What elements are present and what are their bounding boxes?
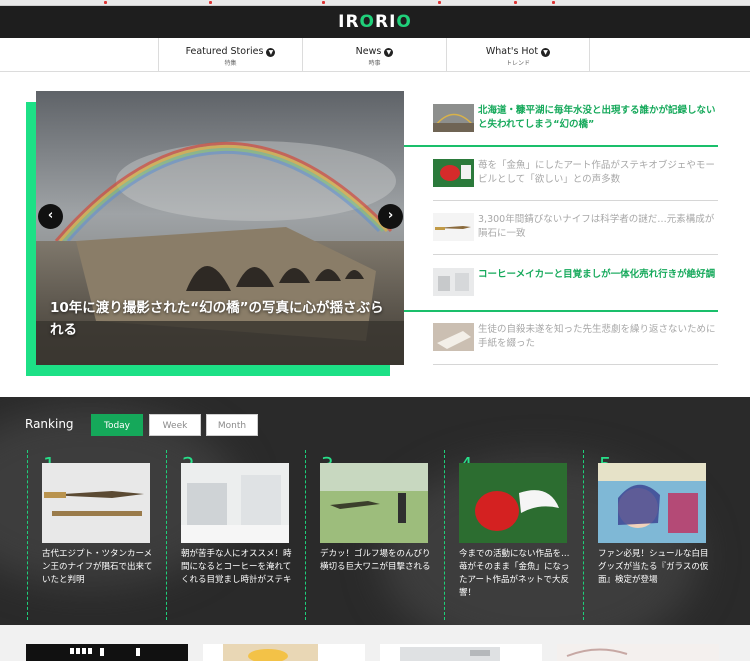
- ranking-title: Ranking: [25, 417, 74, 431]
- ranking-card[interactable]: 3 デカッ！ゴルフ場をのんびり横切る巨大ワニが目撃される: [305, 450, 443, 620]
- hero-title[interactable]: 10年に渡り撮影された“幻の橋”の写真に心が揺さぶられる: [50, 297, 390, 341]
- ranking-image-art: [42, 463, 150, 543]
- ranking-image: [598, 463, 706, 543]
- article-card[interactable]: [26, 644, 188, 661]
- ranking-card[interactable]: 4 今までの活動にない作品を…苺がそのまま「金魚」になったアート作品がネットで大…: [444, 450, 582, 620]
- nav-item-news[interactable]: News ▼ 時事: [302, 38, 446, 72]
- side-article-item[interactable]: 3,300年間錆びないナイフは科学者の謎だ…元素構成が隕石に一致: [433, 211, 718, 265]
- nav-label: News ▼: [303, 46, 446, 57]
- ranking-section: Ranking Today Week Month 1 古代エジプト・ツタンカーメ…: [0, 397, 750, 625]
- ranking-image: [42, 463, 150, 543]
- side-article-title: 北海道・糠平湖に毎年水没と出現する誰かが記録しないと失われてしまう“幻の橋”: [478, 105, 716, 130]
- chevron-down-icon: ▼: [266, 48, 276, 57]
- tab-indicator-icon: [322, 1, 325, 4]
- chevron-down-icon: ▼: [384, 48, 394, 57]
- divider: [433, 364, 718, 365]
- article-thumbnail: [433, 104, 474, 132]
- side-article-title: 苺を「金魚」にしたアート作品がステキオブジェやモービルとして「欲しい」との声多数: [478, 160, 715, 185]
- tab-week[interactable]: Week: [149, 414, 201, 436]
- site-logo[interactable]: IRORIO: [0, 12, 750, 32]
- article-thumbnail: [433, 159, 474, 187]
- tab-today[interactable]: Today: [91, 414, 143, 436]
- side-article-item[interactable]: 生徒の自殺未遂を知った先生悲劇を繰り返さないために手紙を綴った: [433, 321, 718, 375]
- article-card-image: [400, 647, 500, 661]
- nav-label-text: News: [355, 46, 382, 57]
- article-thumbnail-image: [433, 268, 474, 296]
- bottom-article-row: [0, 625, 750, 661]
- article-thumbnail-image: [433, 323, 474, 351]
- side-article-title: 3,300年間錆びないナイフは科学者の謎だ…元素構成が隕石に一致: [478, 214, 715, 239]
- ranking-card[interactable]: 1 古代エジプト・ツタンカーメン王のナイフが隕石で出来ていたと判明: [27, 450, 165, 620]
- ranking-title-text: 古代エジプト・ツタンカーメン王のナイフが隕石で出来ていたと判明: [42, 549, 153, 585]
- article-thumbnail-image: [433, 159, 474, 187]
- ranking-image: [320, 463, 428, 543]
- nav-sublabel: 時事: [368, 60, 381, 67]
- side-article-item[interactable]: 北海道・糠平湖に毎年水没と出現する誰かが記録しないと失われてしまう“幻の橋”: [433, 102, 718, 156]
- article-thumbnail: [433, 213, 474, 241]
- tab-indicator-icon: [438, 1, 441, 4]
- article-card-image: [557, 644, 719, 661]
- site-logo-text: IRORIO: [338, 12, 412, 32]
- top-header: IRORIO: [0, 6, 750, 38]
- nav-label-text: What's Hot: [485, 46, 539, 57]
- chevron-down-icon: ▼: [541, 48, 551, 57]
- ranking-image-art: [181, 463, 289, 543]
- ranking-card[interactable]: 5 ファン必見！シュールな白目グッズが当たる『ガラスの仮面』検定が登場: [583, 450, 721, 620]
- side-article-item[interactable]: コーヒーメイカーと目覚ましが一体化売れ行きが絶好調: [433, 266, 718, 320]
- article-card-image: [223, 644, 318, 661]
- ranking-image-art: [459, 463, 567, 543]
- side-article-title: 生徒の自殺未遂を知った先生悲劇を繰り返さないために手紙を綴った: [478, 324, 716, 349]
- prev-arrow-icon[interactable]: ‹: [38, 204, 63, 229]
- tab-month[interactable]: Month: [206, 414, 258, 436]
- ranking-image-art: [598, 463, 706, 543]
- ranking-card[interactable]: 2 朝が苦手な人にオススメ！時間になるとコーヒーを淹れてくれる目覚まし時計がステ…: [166, 450, 304, 620]
- article-card[interactable]: [380, 644, 542, 661]
- nav-sublabel: トレンド: [505, 60, 530, 67]
- nav-label: Featured Stories ▼: [159, 46, 302, 57]
- article-card[interactable]: [557, 644, 719, 661]
- ranking-image: [181, 463, 289, 543]
- nav-sublabel: 特集: [224, 60, 237, 67]
- hero-slide[interactable]: 10年に渡り撮影された“幻の橋”の写真に心が揺さぶられる ‹ ›: [36, 91, 404, 365]
- divider: [433, 254, 718, 255]
- ranking-title-text: 朝が苦手な人にオススメ！時間になるとコーヒーを淹れてくれる目覚まし時計がステキ: [181, 549, 292, 585]
- nav-label-text: Featured Stories: [185, 46, 264, 57]
- ranking-title-text: 今までの活動にない作品を…苺がそのまま「金魚」になったアート作品がネットで大反響…: [459, 549, 570, 598]
- tab-indicator-icon: [514, 1, 517, 4]
- article-thumbnail-image: [433, 213, 474, 241]
- article-thumbnail-image: [433, 104, 474, 132]
- divider: [433, 200, 718, 201]
- article-card[interactable]: [203, 644, 365, 661]
- tab-indicator-icon: [104, 1, 107, 4]
- main-nav: Featured Stories ▼ 特集 News ▼ 時事 What's Hot…: [0, 38, 750, 72]
- nav-item-featured-stories[interactable]: Featured Stories ▼ 特集: [158, 38, 302, 72]
- tab-indicator-icon: [209, 1, 212, 4]
- ranking-image: [459, 463, 567, 543]
- ranking-title-text: デカッ！ゴルフ場をのんびり横切る巨大ワニが目撃される: [320, 549, 431, 572]
- ranking-title-text: ファン必見！シュールな白目グッズが当たる『ガラスの仮面』検定が登場: [598, 549, 709, 585]
- side-article-title: コーヒーメイカーと目覚ましが一体化売れ行きが絶好調: [478, 269, 716, 280]
- nav-label: What's Hot ▼: [447, 46, 589, 57]
- article-card-image: [70, 648, 140, 656]
- nav-item-whats-hot[interactable]: What's Hot ▼ トレンド: [446, 38, 590, 72]
- next-arrow-icon[interactable]: ›: [378, 204, 403, 229]
- ranking-image-art: [320, 463, 428, 543]
- tab-indicator-icon: [552, 1, 555, 4]
- article-thumbnail: [433, 323, 474, 351]
- side-article-item[interactable]: 苺を「金魚」にしたアート作品がステキオブジェやモービルとして「欲しい」との声多数: [433, 157, 718, 211]
- article-thumbnail: [433, 268, 474, 296]
